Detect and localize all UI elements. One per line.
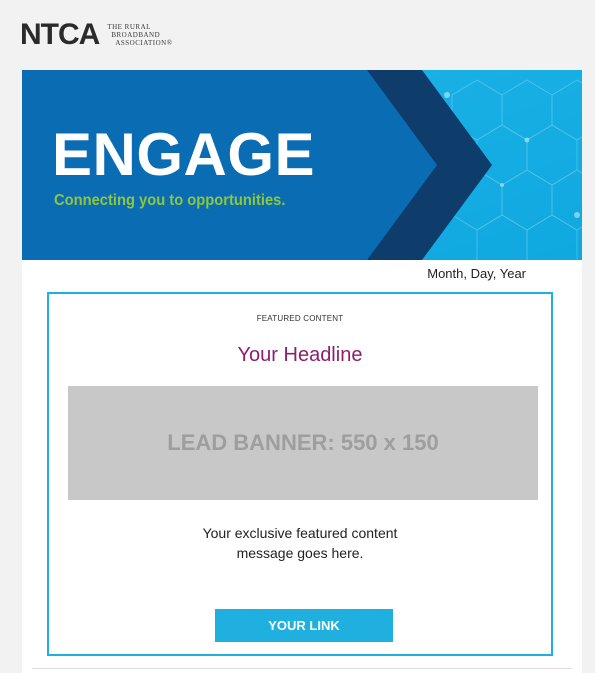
bottom-divider <box>32 668 572 669</box>
lead-banner-placeholder[interactable]: LEAD BANNER: 550 x 150 <box>68 386 538 500</box>
logo-mark: NTCA <box>20 18 100 51</box>
logo-tagline-line-2: BROADBAND <box>111 31 161 39</box>
your-link-button[interactable]: YOUR LINK <box>215 609 393 642</box>
featured-headline[interactable]: Your Headline <box>49 344 551 367</box>
email-card: ENGAGE Connecting you to opportunities. … <box>22 70 582 673</box>
featured-content-box: FEATURED CONTENT Your Headline LEAD BANN… <box>47 292 553 656</box>
logo-tagline: THE RURAL BROADBAND ASSOCIATION® <box>107 23 172 47</box>
ntca-logo: NTCA THE RURAL BROADBAND ASSOCIATION® <box>20 20 173 50</box>
lead-banner-text: LEAD BANNER: 550 x 150 <box>167 430 439 455</box>
engage-banner: ENGAGE Connecting you to opportunities. <box>22 70 582 260</box>
banner-title: ENGAGE <box>52 121 316 188</box>
featured-message-line-1: Your exclusive featured content <box>202 525 398 541</box>
banner-tagline: Connecting you to opportunities. <box>54 192 286 209</box>
issue-date: Month, Day, Year <box>427 266 526 281</box>
featured-message-line-2: message goes here. <box>236 545 364 561</box>
featured-label: FEATURED CONTENT <box>256 314 344 323</box>
logo-tagline-line-1: THE RURAL <box>107 23 151 31</box>
featured-message: Your exclusive featured content message … <box>49 523 551 563</box>
email-page: NTCA THE RURAL BROADBAND ASSOCIATION® EN… <box>0 0 595 673</box>
logo-tagline-line-3: ASSOCIATION® <box>115 39 173 47</box>
